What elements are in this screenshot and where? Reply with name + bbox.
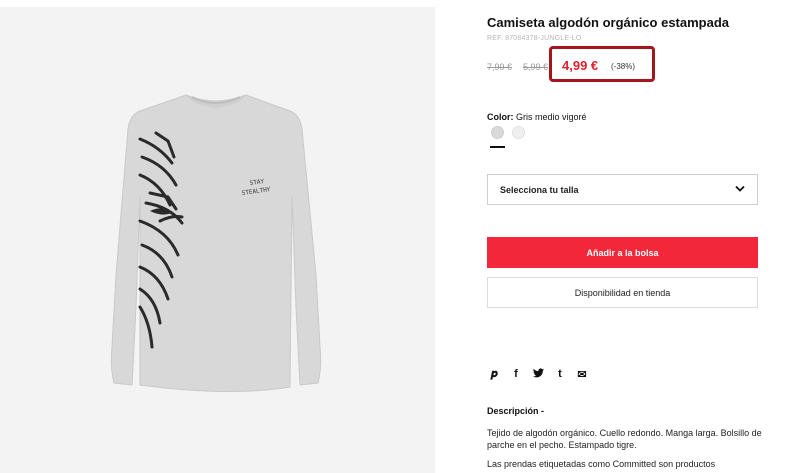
share-icons: 𝒑 f t ✉ xyxy=(487,366,589,382)
previous-price: 5,99 € xyxy=(523,62,549,72)
color-swatch-light[interactable] xyxy=(512,126,525,139)
discount-badge: (-38%) xyxy=(611,62,636,71)
chevron-down-icon xyxy=(735,185,745,192)
selected-swatch-indicator xyxy=(490,146,505,148)
add-to-bag-button[interactable]: Añadir a la bolsa xyxy=(487,237,758,268)
color-info: Color: Gris medio vigoré xyxy=(487,112,587,122)
product-reference: REF. 87084378-JUNGLE-LO xyxy=(487,35,582,42)
product-title: Camiseta algodón orgánico estampada xyxy=(487,15,730,30)
email-icon[interactable]: ✉ xyxy=(575,368,589,381)
original-price: 7,99 € xyxy=(487,62,513,72)
store-availability-button[interactable]: Disponibilidad en tienda xyxy=(487,277,758,308)
size-select[interactable]: Selecciona tu talla xyxy=(487,174,758,205)
description-more: Las prendas etiquetadas como Committed s… xyxy=(487,459,716,469)
size-select-label: Selecciona tu talla xyxy=(500,185,579,195)
color-value: Gris medio vigoré xyxy=(516,112,587,122)
pinterest-icon[interactable]: 𝒑 xyxy=(487,368,501,381)
product-image: STAY STEALTHY xyxy=(110,94,322,393)
current-price: 4,99 € xyxy=(562,58,599,73)
description-title[interactable]: Descripción - xyxy=(487,406,544,416)
twitter-icon[interactable] xyxy=(531,367,545,381)
color-swatch-gray[interactable] xyxy=(491,126,504,139)
description-body: Tejido de algodón orgánico. Cuello redon… xyxy=(487,428,762,450)
color-label: Color: xyxy=(487,112,514,122)
tumblr-icon[interactable]: t xyxy=(553,368,567,380)
facebook-icon[interactable]: f xyxy=(509,368,523,380)
product-image-panel[interactable]: STAY STEALTHY xyxy=(0,7,435,473)
